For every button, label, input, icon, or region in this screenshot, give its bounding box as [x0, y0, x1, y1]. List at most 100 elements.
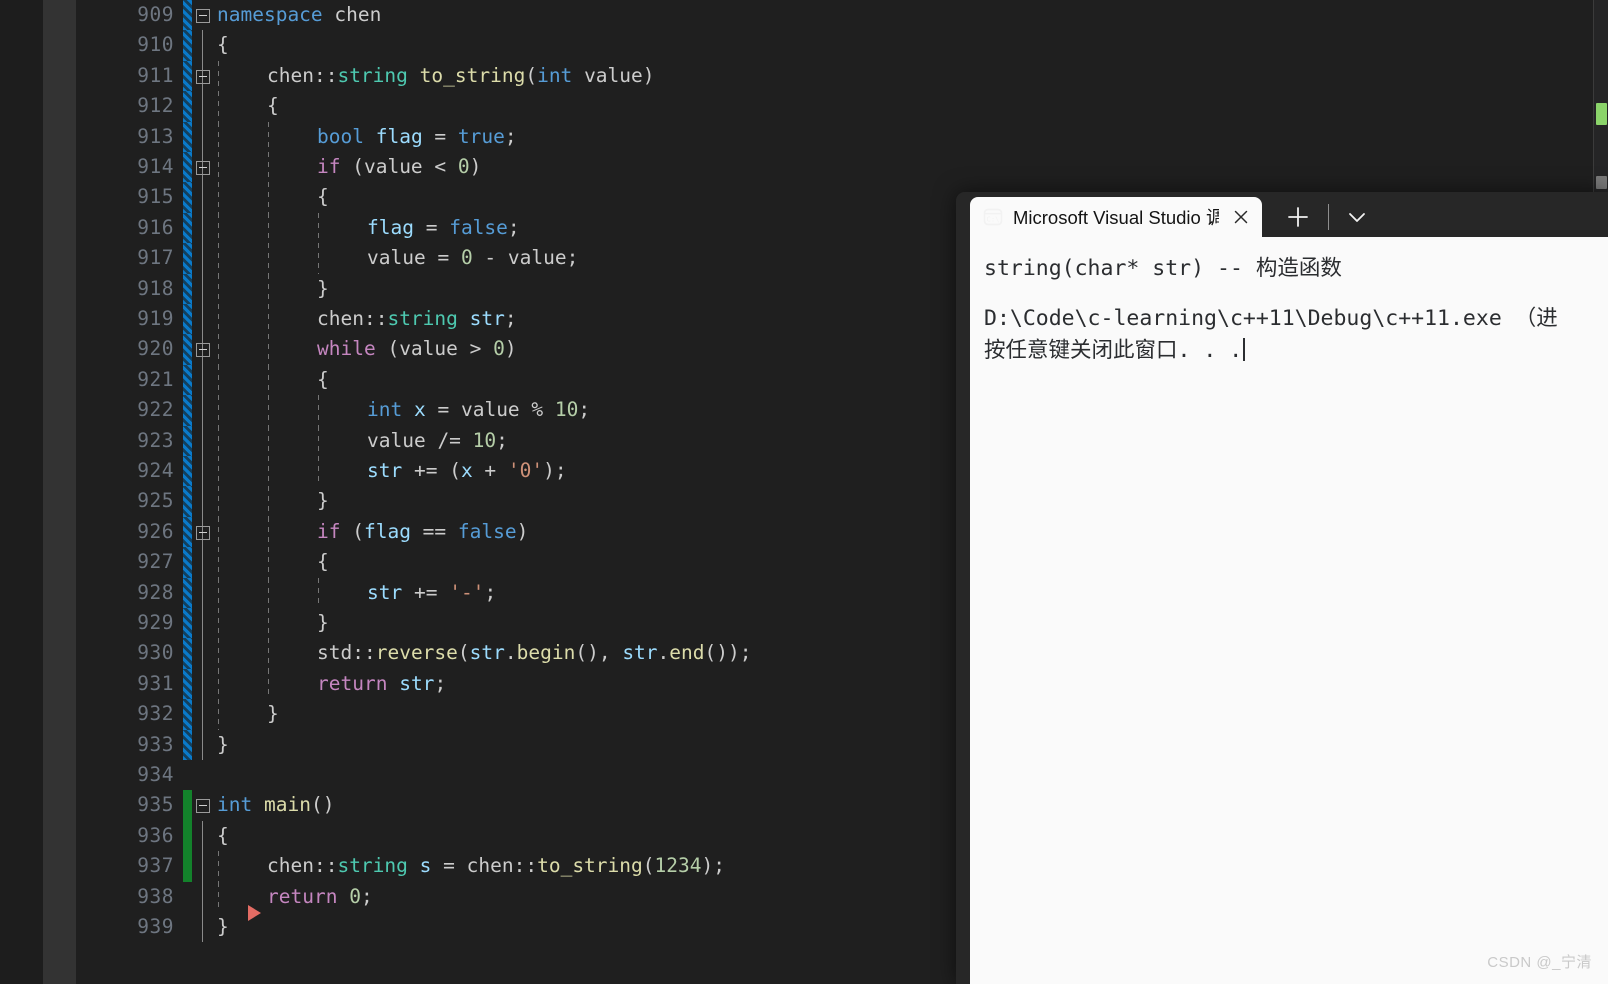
line-number: 922	[137, 398, 174, 422]
terminal-tab[interactable]: C:\ Microsoft Visual Studio 调试控	[970, 197, 1262, 237]
fold-toggle-icon[interactable]	[196, 161, 210, 175]
indent-guide	[218, 881, 219, 912]
terminal-profile-icon: C:\	[982, 206, 1004, 228]
close-icon[interactable]	[1228, 204, 1254, 230]
terminal-output[interactable]: string(char* str) -- 构造函数 D:\Code\c-lear…	[970, 237, 1608, 984]
indent-guide	[218, 121, 219, 152]
code-text: }	[317, 611, 329, 634]
indent-guide	[268, 364, 269, 396]
code-text: chen::string to_string(int value)	[267, 63, 655, 87]
code-text: str += (x + '0');	[367, 459, 567, 482]
fold-guide	[202, 182, 203, 213]
indent-guide	[268, 304, 269, 335]
terminal-tab-title: Microsoft Visual Studio 调试控	[1013, 207, 1219, 228]
indent-guide	[268, 608, 269, 639]
csdn-watermark: CSDN @_宁清	[1487, 954, 1592, 971]
code-line[interactable]: 914 if (value < 0)	[76, 152, 1608, 183]
code-text: {	[317, 550, 329, 574]
code-text: if (value < 0)	[317, 155, 482, 178]
fold-guide	[202, 30, 203, 61]
line-number: 915	[137, 185, 174, 209]
fold-guide	[202, 547, 203, 578]
line-number: 927	[137, 550, 174, 574]
fold-guide	[202, 456, 203, 487]
line-number: 919	[137, 307, 174, 330]
indent-guide	[268, 152, 269, 183]
fold-toggle-icon[interactable]	[196, 343, 210, 358]
fold-toggle-icon[interactable]	[196, 525, 210, 540]
code-text: int main()	[217, 793, 335, 817]
fold-toggle-icon[interactable]	[196, 9, 210, 23]
code-text: while (value > 0)	[317, 337, 517, 361]
code-line[interactable]: 911 chen::string to_string(int value)	[76, 60, 1608, 92]
line-number: 909	[137, 3, 174, 26]
code-text: {	[267, 94, 279, 118]
sidebar-panel[interactable]	[43, 0, 76, 984]
breakpoint-arrow-icon[interactable]	[248, 905, 261, 921]
line-number: 935	[137, 793, 174, 817]
indent-guide	[218, 273, 219, 304]
line-number: 917	[137, 246, 174, 270]
code-line[interactable]: 913 bool flag = true;	[76, 121, 1608, 152]
code-line[interactable]: 910 {	[76, 30, 1608, 61]
code-line[interactable]: 912 {	[76, 91, 1608, 122]
indent-guide	[268, 516, 269, 548]
indent-guide	[268, 425, 269, 456]
line-number: 912	[137, 94, 174, 118]
line-number: 938	[137, 884, 174, 908]
line-number: 930	[137, 641, 174, 665]
fold-guide	[202, 912, 203, 943]
change-bar-modified	[183, 334, 192, 365]
change-bar-modified	[183, 516, 192, 548]
change-bar-modified	[183, 60, 192, 92]
chevron-down-icon[interactable]	[1339, 197, 1375, 237]
change-bar-modified	[183, 577, 192, 608]
activity-bar[interactable]	[0, 0, 43, 984]
indent-guide	[218, 395, 219, 426]
indent-guide	[218, 182, 219, 213]
line-number: 921	[137, 367, 174, 391]
line-number: 933	[137, 732, 174, 756]
code-text: {	[217, 33, 229, 57]
fold-guide	[202, 699, 203, 730]
line-number: 913	[137, 124, 174, 148]
indent-guide	[268, 273, 269, 304]
code-text: }	[317, 489, 329, 513]
indent-guide	[218, 851, 219, 882]
code-text: int x = value % 10;	[367, 398, 591, 422]
fold-guide	[202, 395, 203, 426]
code-line[interactable]: 909 namespace chen	[76, 0, 1608, 31]
indent-guide	[268, 243, 269, 274]
line-number: 939	[137, 915, 174, 938]
code-text: }	[217, 915, 229, 938]
fold-toggle-icon[interactable]	[196, 799, 210, 814]
indent-guide	[268, 212, 269, 244]
change-bar-modified	[183, 456, 192, 487]
change-bar-modified	[183, 30, 192, 61]
fold-toggle-icon[interactable]	[196, 69, 210, 84]
terminal-window[interactable]: C:\ Microsoft Visual Studio 调试控	[956, 192, 1608, 984]
line-number: 914	[137, 155, 174, 178]
code-text: {	[217, 823, 229, 847]
new-tab-button[interactable]	[1278, 197, 1318, 237]
code-text: {	[317, 185, 329, 209]
change-bar-modified	[183, 152, 192, 183]
code-text: value = 0 - value;	[367, 246, 579, 270]
change-bar-modified	[183, 395, 192, 426]
indent-guide	[218, 699, 219, 730]
indent-guide	[218, 212, 219, 244]
fold-guide	[202, 91, 203, 122]
line-number: 918	[137, 276, 174, 300]
fold-guide	[202, 212, 203, 244]
code-text: bool flag = true;	[317, 124, 517, 148]
line-number: 926	[137, 519, 174, 543]
line-number: 924	[137, 459, 174, 482]
terminal-output-line-3: 按任意键关闭此窗口. . .	[984, 335, 1608, 367]
fold-guide	[202, 881, 203, 912]
indent-guide	[218, 577, 219, 608]
terminal-tab-bar: C:\ Microsoft Visual Studio 调试控	[956, 192, 1608, 237]
fold-guide	[202, 273, 203, 304]
line-number: 916	[137, 215, 174, 239]
change-bar-added	[183, 790, 192, 821]
